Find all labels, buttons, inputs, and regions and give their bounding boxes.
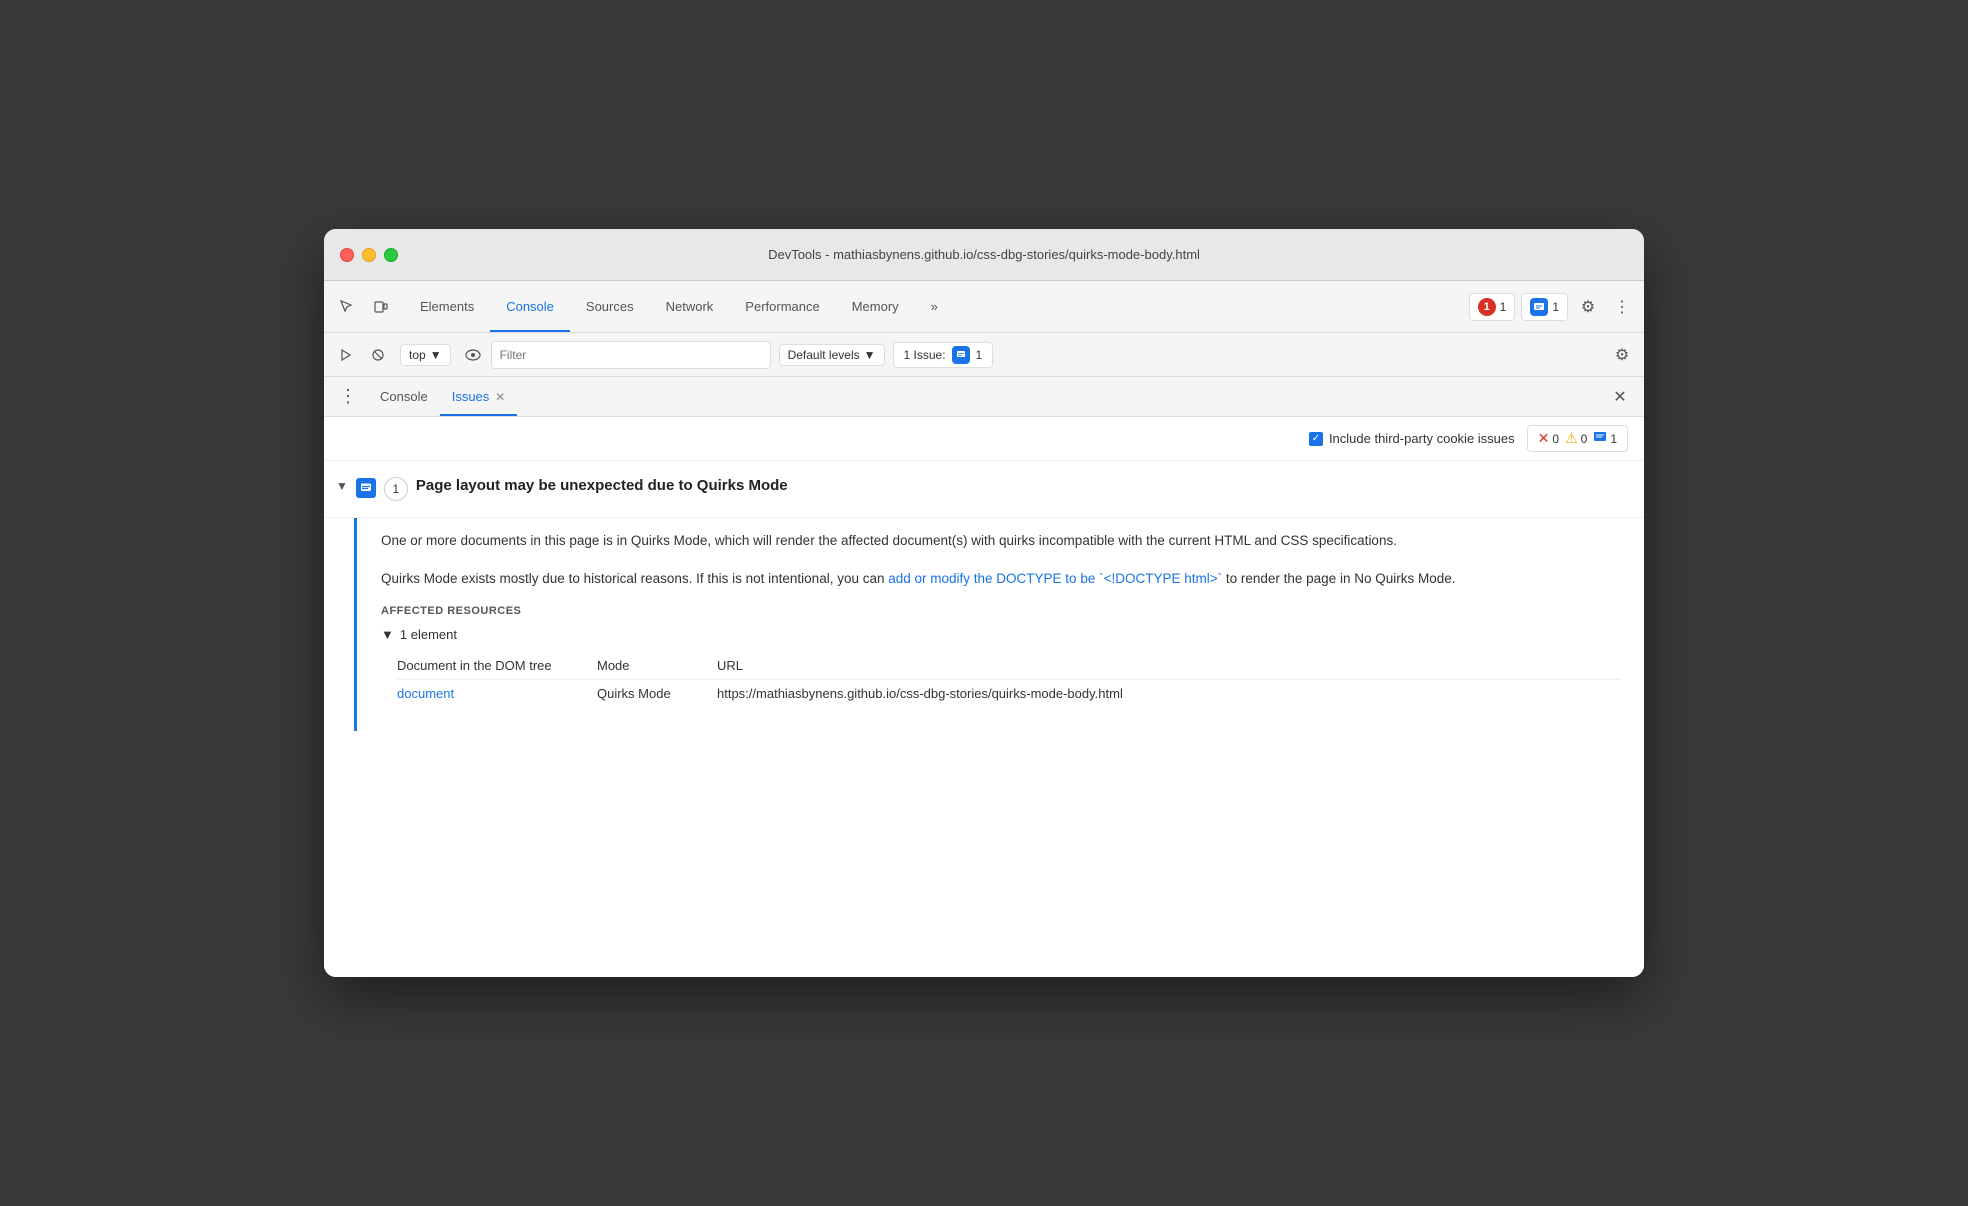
devtools-window: DevTools - mathiasbynens.github.io/css-d… — [324, 229, 1644, 977]
console-settings-button[interactable]: ⚙ — [1608, 341, 1636, 369]
inspect-icon[interactable] — [332, 292, 362, 322]
settings-button[interactable]: ⚙ — [1574, 293, 1602, 321]
error-count: 1 — [1478, 298, 1496, 316]
tab-performance[interactable]: Performance — [729, 281, 835, 332]
panel-close-button[interactable]: ✕ — [1608, 385, 1632, 409]
affected-resources-label: AFFECTED RESOURCES — [381, 605, 1620, 617]
resource-table-header: Document in the DOM tree Mode URL — [397, 652, 1620, 680]
issue-counts: ✕ 0 ⚠ 0 1 — [1527, 425, 1628, 452]
info-count-icon — [1593, 430, 1607, 447]
issue-description-2: Quirks Mode exists mostly due to histori… — [381, 568, 1620, 590]
title-bar: DevTools - mathiasbynens.github.io/css-d… — [324, 229, 1644, 281]
clear-icon[interactable] — [364, 341, 392, 369]
window-title: DevTools - mathiasbynens.github.io/css-d… — [768, 247, 1200, 262]
run-icon[interactable] — [332, 341, 360, 369]
tab-console[interactable]: Console — [490, 281, 570, 332]
issue-count-badge — [952, 346, 970, 364]
issue-count-badge: 1 — [384, 477, 408, 501]
issue-expand-icon[interactable]: ▼ — [336, 479, 348, 493]
error-count-item: ✕ 0 — [1538, 430, 1559, 447]
issue-description-1: One or more documents in this page is in… — [381, 530, 1620, 552]
issue-link[interactable]: add or modify the DOCTYPE to be `<!DOCTY… — [888, 571, 1222, 586]
sub-tab-console[interactable]: Console — [368, 377, 440, 416]
issue-title[interactable]: Page layout may be unexpected due to Qui… — [416, 477, 1628, 494]
close-button[interactable] — [340, 248, 354, 262]
info-count-item: 1 — [1593, 430, 1617, 447]
context-selector[interactable]: top ▼ — [400, 344, 451, 366]
tab-network[interactable]: Network — [650, 281, 730, 332]
tab-memory[interactable]: Memory — [836, 281, 915, 332]
message-badge-button[interactable]: 1 — [1521, 293, 1568, 321]
error-count-icon: ✕ — [1538, 430, 1550, 447]
eye-icon[interactable] — [459, 341, 487, 369]
third-party-checkbox[interactable]: ✓ — [1309, 432, 1323, 446]
issues-tab-close[interactable]: ✕ — [495, 390, 505, 404]
tab-sources[interactable]: Sources — [570, 281, 650, 332]
tab-elements[interactable]: Elements — [404, 281, 490, 332]
affected-resources: AFFECTED RESOURCES ▼ 1 element Document … — [381, 605, 1620, 707]
device-toolbar-icon[interactable] — [366, 292, 396, 322]
sub-tabs-bar: ⋮ Console Issues ✕ ✕ — [324, 377, 1644, 417]
traffic-lights — [340, 248, 398, 262]
issues-content: ▼ 1 Page layout may be unexpected due to… — [324, 461, 1644, 731]
issue-body-wrapper: One or more documents in this page is in… — [340, 518, 1644, 731]
resource-document-link[interactable]: document — [397, 686, 597, 701]
issue-body: One or more documents in this page is in… — [357, 518, 1644, 731]
console-toolbar: top ▼ Default levels ▼ 1 Issue: 1 ⚙ — [324, 333, 1644, 377]
tab-more[interactable]: » — [915, 281, 954, 332]
levels-dropdown[interactable]: Default levels ▼ — [779, 344, 885, 366]
issues-filter-bar: ✓ Include third-party cookie issues ✕ 0 … — [324, 417, 1644, 461]
toolbar-right: 1 1 1 ⚙ ⋮ — [1469, 293, 1636, 321]
issue-badge-button[interactable]: 1 Issue: 1 — [893, 342, 994, 368]
main-nav-tabs: Elements Console Sources Network Perform… — [404, 281, 1469, 332]
minimize-button[interactable] — [362, 248, 376, 262]
warning-count-icon: ⚠ — [1565, 430, 1578, 447]
issue-header-row: ▼ 1 Page layout may be unexpected due to… — [324, 461, 1644, 518]
resource-table-row: document Quirks Mode https://mathiasbyne… — [397, 680, 1620, 707]
resource-table: Document in the DOM tree Mode URL docume… — [397, 652, 1620, 707]
toolbar-icons — [332, 292, 396, 322]
panel-area: ⋮ Console Issues ✕ ✕ ✓ Include third-par… — [324, 377, 1644, 977]
warning-count-item: ⚠ 0 — [1565, 430, 1587, 447]
more-options-button[interactable]: ⋮ — [1608, 293, 1636, 321]
panel-more-button[interactable]: ⋮ — [336, 385, 360, 409]
filter-input[interactable] — [491, 341, 771, 369]
issue-type-icon — [356, 478, 376, 498]
message-icon — [1530, 298, 1548, 316]
error-badge-button[interactable]: 1 1 — [1469, 293, 1516, 321]
resource-expand[interactable]: ▼ 1 element — [381, 627, 1620, 642]
third-party-checkbox-label[interactable]: ✓ Include third-party cookie issues — [1309, 431, 1515, 446]
devtools-toolbar: Elements Console Sources Network Perform… — [324, 281, 1644, 333]
fullscreen-button[interactable] — [384, 248, 398, 262]
sub-tab-issues[interactable]: Issues ✕ — [440, 377, 518, 416]
